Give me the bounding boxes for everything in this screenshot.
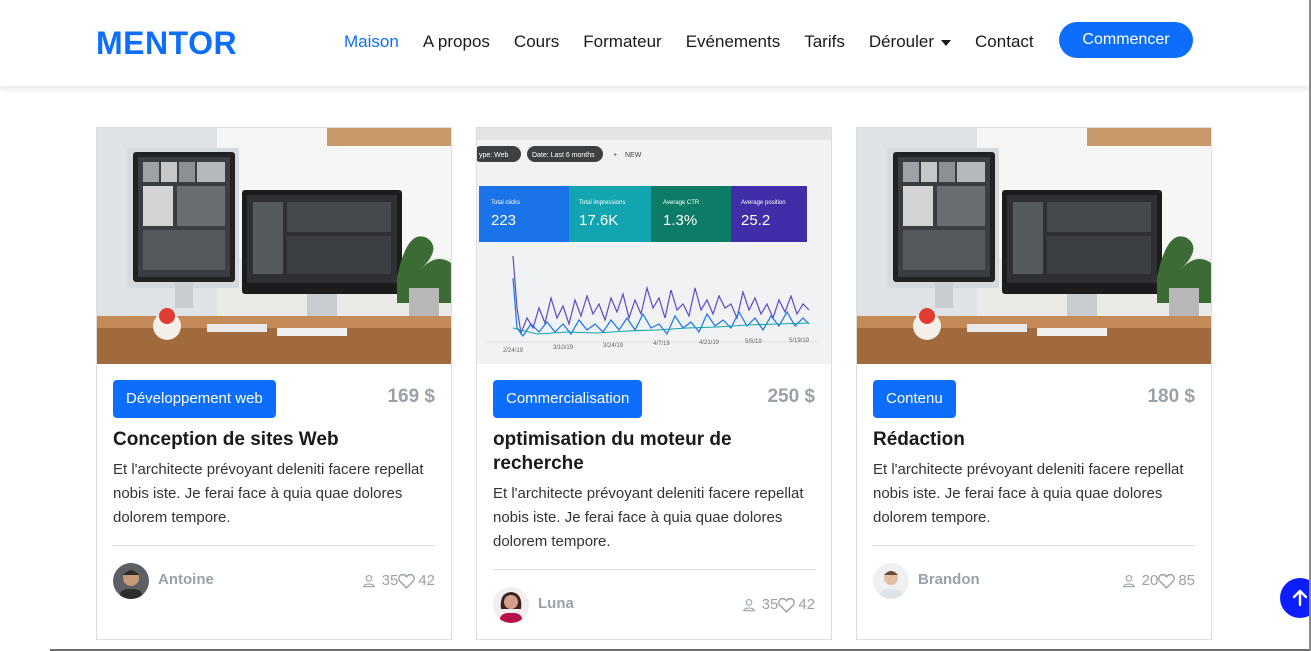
- like-count: 42: [418, 572, 435, 589]
- heart-icon[interactable]: [398, 573, 416, 589]
- course-image: [857, 128, 1211, 364]
- course-price: 169 $: [387, 386, 435, 407]
- date-tick: 5/19/19: [789, 338, 810, 344]
- author-name[interactable]: Brandon: [918, 571, 980, 588]
- student-count: 20: [1141, 572, 1159, 589]
- like-count: 42: [798, 596, 815, 613]
- course-card[interactable]: Contenu 180 $ Rédaction Et l'architecte …: [856, 127, 1212, 640]
- chip-new: NEW: [625, 152, 642, 159]
- arrow-up-icon: [1292, 589, 1308, 607]
- course-image: ype: Web Date: Last 6 months + NEW Total…: [477, 128, 831, 364]
- course-price: 250 $: [767, 386, 815, 407]
- student-count: 35: [761, 596, 779, 613]
- metric-label: Total clicks: [491, 200, 520, 206]
- course-card[interactable]: ype: Web Date: Last 6 months + NEW Total…: [476, 127, 832, 640]
- logo[interactable]: MENTOR: [96, 25, 237, 62]
- card-body: Commercialisation 250 $ optimisation du …: [493, 380, 815, 626]
- card-body: Développement web 169 $ Conception de si…: [113, 380, 435, 602]
- nav-item-cours[interactable]: Cours: [514, 32, 559, 52]
- metric-value: 17.6K: [579, 212, 618, 229]
- date-tick: 4/7/19: [653, 341, 670, 347]
- metric-label: Total impressions: [579, 200, 625, 206]
- chevron-down-icon: [941, 39, 952, 46]
- student-count: 35: [381, 572, 399, 589]
- heart-icon[interactable]: [1158, 573, 1176, 589]
- main-nav: Maison A propos Cours Formateur Evénemen…: [332, 0, 1046, 84]
- user-icon: [742, 598, 755, 611]
- metric-label: Average position: [741, 200, 786, 206]
- author-name[interactable]: Luna: [538, 595, 574, 612]
- course-description: Et l'architecte prévoyant deleniti facer…: [113, 461, 424, 526]
- course-title[interactable]: optimisation du moteur de recherche: [493, 428, 815, 476]
- date-tick: 5/5/19: [745, 339, 762, 345]
- metric-label: Average CTR: [663, 200, 700, 206]
- metric-value: 223: [491, 212, 516, 229]
- nav-item-derouler-label: Dérouler: [868, 32, 935, 51]
- course-title[interactable]: Rédaction: [873, 428, 1195, 452]
- course-price: 180 $: [1147, 386, 1195, 407]
- nav-item-maison[interactable]: Maison: [344, 32, 399, 52]
- start-button[interactable]: Commencer: [1059, 22, 1193, 58]
- date-tick: 2/24/19: [503, 348, 524, 354]
- author-name[interactable]: Antoine: [158, 571, 214, 588]
- chip-type: ype: Web: [479, 152, 509, 159]
- nav-item-a-propos[interactable]: A propos: [423, 32, 490, 52]
- date-tick: 4/21/19: [699, 340, 720, 346]
- course-description: Et l'architecte prévoyant deleniti facer…: [873, 461, 1184, 526]
- nav-item-evenements[interactable]: Evénements: [686, 32, 781, 52]
- course-image: [97, 128, 451, 364]
- course-description: Et l'architecte prévoyant deleniti facer…: [493, 485, 804, 550]
- user-icon: [1122, 574, 1135, 587]
- card-body: Contenu 180 $ Rédaction Et l'architecte …: [873, 380, 1195, 602]
- date-tick: 3/10/19: [553, 345, 574, 351]
- chip-date: Date: Last 6 months: [532, 152, 595, 159]
- course-card[interactable]: Développement web 169 $ Conception de si…: [96, 127, 452, 640]
- avatar: [493, 587, 529, 623]
- nav-item-tarifs[interactable]: Tarifs: [804, 32, 845, 52]
- card-stats: 35 42: [362, 572, 435, 589]
- like-count: 85: [1178, 572, 1195, 589]
- card-footer: Brandon 20 85: [873, 546, 1195, 602]
- metric-value: 25.2: [741, 212, 770, 229]
- svg-text:+: +: [613, 152, 617, 159]
- date-tick: 3/24/19: [603, 343, 624, 349]
- metric-value: 1.3%: [663, 212, 697, 229]
- category-badge[interactable]: Développement web: [113, 380, 276, 418]
- course-title[interactable]: Conception de sites Web: [113, 428, 435, 452]
- category-badge[interactable]: Contenu: [873, 380, 956, 418]
- avatar: [113, 563, 149, 599]
- card-footer: Luna 35 42: [493, 570, 815, 626]
- user-icon: [362, 574, 375, 587]
- nav-item-contact[interactable]: Contact: [975, 32, 1034, 52]
- avatar: [873, 563, 909, 599]
- card-stats: 20 85: [1122, 572, 1195, 589]
- heart-icon[interactable]: [778, 597, 796, 613]
- nav-item-formateur[interactable]: Formateur: [583, 32, 661, 52]
- card-footer: Antoine 35 42: [113, 546, 435, 602]
- category-badge[interactable]: Commercialisation: [493, 380, 643, 418]
- nav-item-derouler[interactable]: Dérouler: [868, 32, 952, 52]
- site-header: MENTOR Maison A propos Cours Formateur E…: [0, 0, 1311, 86]
- card-stats: 35 42: [742, 596, 815, 613]
- back-to-top-button[interactable]: [1280, 578, 1311, 618]
